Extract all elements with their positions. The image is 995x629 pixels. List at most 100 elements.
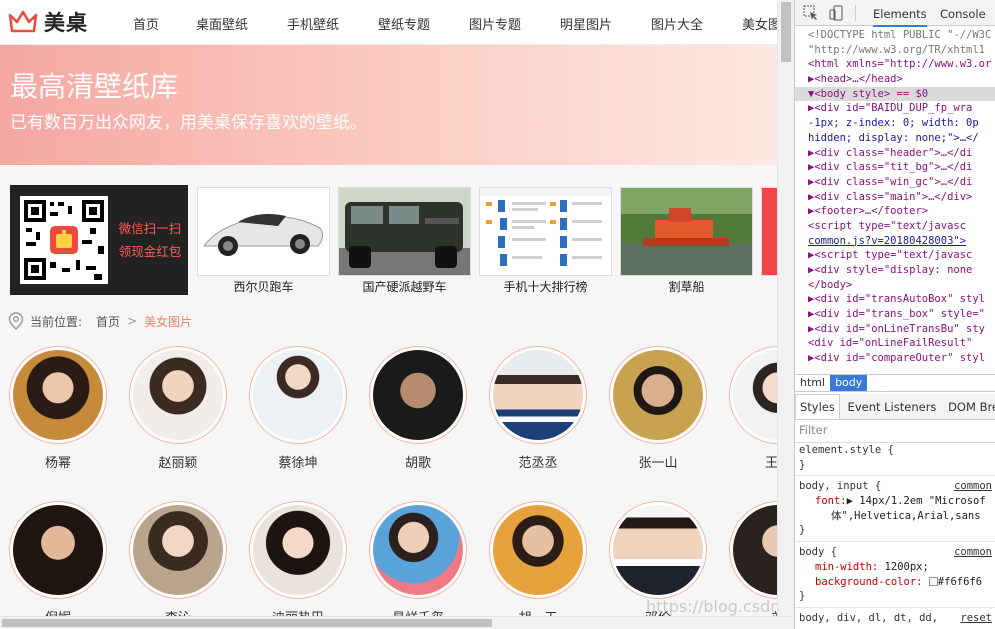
dom-line[interactable]: <!DOCTYPE html PUBLIC "-//W3C [795,28,995,43]
avatar [13,505,103,595]
celebrity-card[interactable]: 胡一天 [489,501,587,626]
hero-banner: 最高清壁纸库 已有数百万出众网友，用美桌保存喜欢的壁纸。 [0,45,777,165]
styles-filter-input[interactable]: Filter [799,423,827,437]
celebrity-card[interactable]: 迪丽热巴 [249,501,347,626]
rule-selector[interactable]: body { [799,546,837,558]
rule-source-link[interactable]: common [954,545,992,560]
watermark: https://blog.csdn.net/ITxiaoangzai [646,597,777,616]
rule-close: } [799,590,806,603]
css-value[interactable]: 体",Helvetica,Arial,sans [831,510,981,522]
crumb-body[interactable]: body [830,375,868,391]
dom-line[interactable]: ▶<div class="main">…</div> [795,190,995,205]
dom-line[interactable]: ▶<div id="BAIDU_DUP_fp_wra [795,101,995,116]
site-logo[interactable]: 美桌 [8,6,88,38]
scroll-thumb[interactable] [2,619,492,627]
nav-image-topics[interactable]: 图片专题 [469,14,521,33]
dom-line[interactable]: ▶<div id="compareOuter" styl [795,351,995,366]
tab-event-listeners[interactable]: Event Listeners [844,395,941,418]
tab-console[interactable]: Console [940,7,986,21]
scroll-thumb[interactable] [781,2,791,62]
css-value[interactable]: 1200px; [885,561,929,573]
location-pin-icon [8,312,24,330]
dom-line[interactable]: ▶<div style="display: none [795,263,995,278]
dom-line[interactable]: "http://www.w3.org/TR/xhtml1 [795,43,995,58]
dom-line-selected[interactable]: ▼<body style> == $0 [795,86,995,102]
offroad-vehicle-image [338,187,471,276]
tab-dom-breakpoints[interactable]: DOM Breakp [944,395,995,418]
celebrity-card[interactable]: 蔡徐坤 [249,346,347,471]
nav-beauty-images[interactable]: 美女图 [742,14,777,33]
css-property[interactable]: background-color: [815,576,922,588]
css-value[interactable]: #f6f6f6 [938,576,982,588]
breadcrumb-home[interactable]: 首页 [96,313,120,330]
dom-line[interactable]: ▶<div class="header">…</di [795,146,995,161]
avatar [613,350,703,440]
styles-tabs: Styles Event Listeners DOM Breakp [795,394,995,420]
breadcrumb-label: 当前位置: [30,314,83,329]
breadcrumb-current[interactable]: 美女图片 [144,313,192,330]
dom-line[interactable]: ▶<footer>…</footer> [795,204,995,219]
crumb-html[interactable]: html [795,375,830,391]
tab-elements[interactable]: Elements [873,7,927,27]
thumb-card[interactable] [761,187,777,295]
celebrity-card[interactable]: 易烊千玺 [369,501,467,626]
thumb-card[interactable]: 手机十大排行榜 [479,187,612,295]
inspect-element-icon[interactable] [803,5,819,21]
celebrity-card[interactable]: 胡歌 [369,346,467,471]
vertical-scrollbar[interactable] [777,0,794,616]
horizontal-scrollbar[interactable] [0,616,794,629]
dom-tree[interactable]: <!DOCTYPE html PUBLIC "-//W3C "http://ww… [795,28,995,373]
weed-boat-image [620,187,753,276]
thumb-card[interactable]: 西尔贝跑车 [197,187,330,295]
celebrity-card[interactable]: 张一山 [609,346,707,471]
dom-line[interactable]: <script type="text/javasc [795,219,995,234]
nav-home[interactable]: 首页 [133,14,159,33]
celebrity-card[interactable]: 范丞丞 [489,346,587,471]
tab-styles[interactable]: Styles [795,394,840,419]
celebrity-name: 王俊 [764,456,777,471]
dom-line[interactable]: ▶<div class="win_gc">…</di [795,175,995,190]
dom-line[interactable]: </body> [795,278,995,293]
dom-line[interactable]: ▶<div id="onLineTransBu" sty [795,322,995,337]
toolbar-divider [855,5,856,21]
thumb-card[interactable]: 割草船 [620,187,753,295]
devtools-toolbar: Elements Console [795,0,995,27]
nav-desktop-wallpaper[interactable]: 桌面壁纸 [196,14,248,33]
css-property[interactable]: font: [815,495,847,507]
celebrity-card[interactable]: 赵丽颖 [129,346,227,471]
dom-line[interactable]: ▶<div id="transAutoBox" styl [795,292,995,307]
nav-mobile-wallpaper[interactable]: 手机壁纸 [287,14,339,33]
dom-line[interactable]: <html xmlns="http://www.w3.or [795,57,995,72]
color-swatch-icon[interactable] [928,576,938,586]
wechat-promo[interactable]: 微信扫一扫 领现金红包 [10,185,188,295]
dom-line[interactable]: ▶<div id="trans_box" style=" [795,307,995,322]
dom-line[interactable]: <div id="onLineFailResult" [795,336,995,351]
nav-star-images[interactable]: 明星图片 [560,14,612,33]
dom-line[interactable]: ▶<div class="tit_bg">…</di [795,160,995,175]
dom-line[interactable]: common.js?v=20180428003"> [795,234,995,249]
celebrity-card[interactable]: 杨幂 [9,346,107,471]
dom-line[interactable]: hidden; display: none;">…</ [795,131,995,146]
rule-source-link[interactable]: common [954,479,992,494]
crown-logo-icon [8,10,38,33]
nav-image-gallery[interactable]: 图片大全 [651,14,703,33]
celebrity-card[interactable]: 王俊 [729,346,777,471]
sports-car-image [197,187,330,276]
breadcrumb: 当前位置: 首页 > 美女图片 [8,311,192,331]
thumb-card[interactable]: 国产硬派越野车 [338,187,471,295]
rule-selector[interactable]: body, div, dl, dt, dd, [799,612,938,624]
dom-line[interactable]: ▶<script type="text/javasc [795,248,995,263]
avatar [253,505,343,595]
rule-selector[interactable]: body, input { [799,480,881,492]
rule-source-link[interactable]: reset [960,611,992,626]
css-property[interactable]: min-width: [815,561,878,573]
nav-wallpaper-topics[interactable]: 壁纸专题 [378,14,430,33]
dom-line[interactable]: -1px; z-index: 0; width: 0p [795,116,995,131]
rule-selector[interactable]: element.style { [795,443,995,458]
celebrity-card[interactable]: 倪妮 [9,501,107,626]
dom-line[interactable]: ▶<head>…</head> [795,72,995,87]
devtools-panel: Elements Console <!DOCTYPE html PUBLIC "… [794,0,995,629]
celebrity-card[interactable]: 李沁 [129,501,227,626]
css-value[interactable]: ▶ 14px/1.2em "Microsof [847,495,986,507]
device-toolbar-icon[interactable] [829,5,845,21]
